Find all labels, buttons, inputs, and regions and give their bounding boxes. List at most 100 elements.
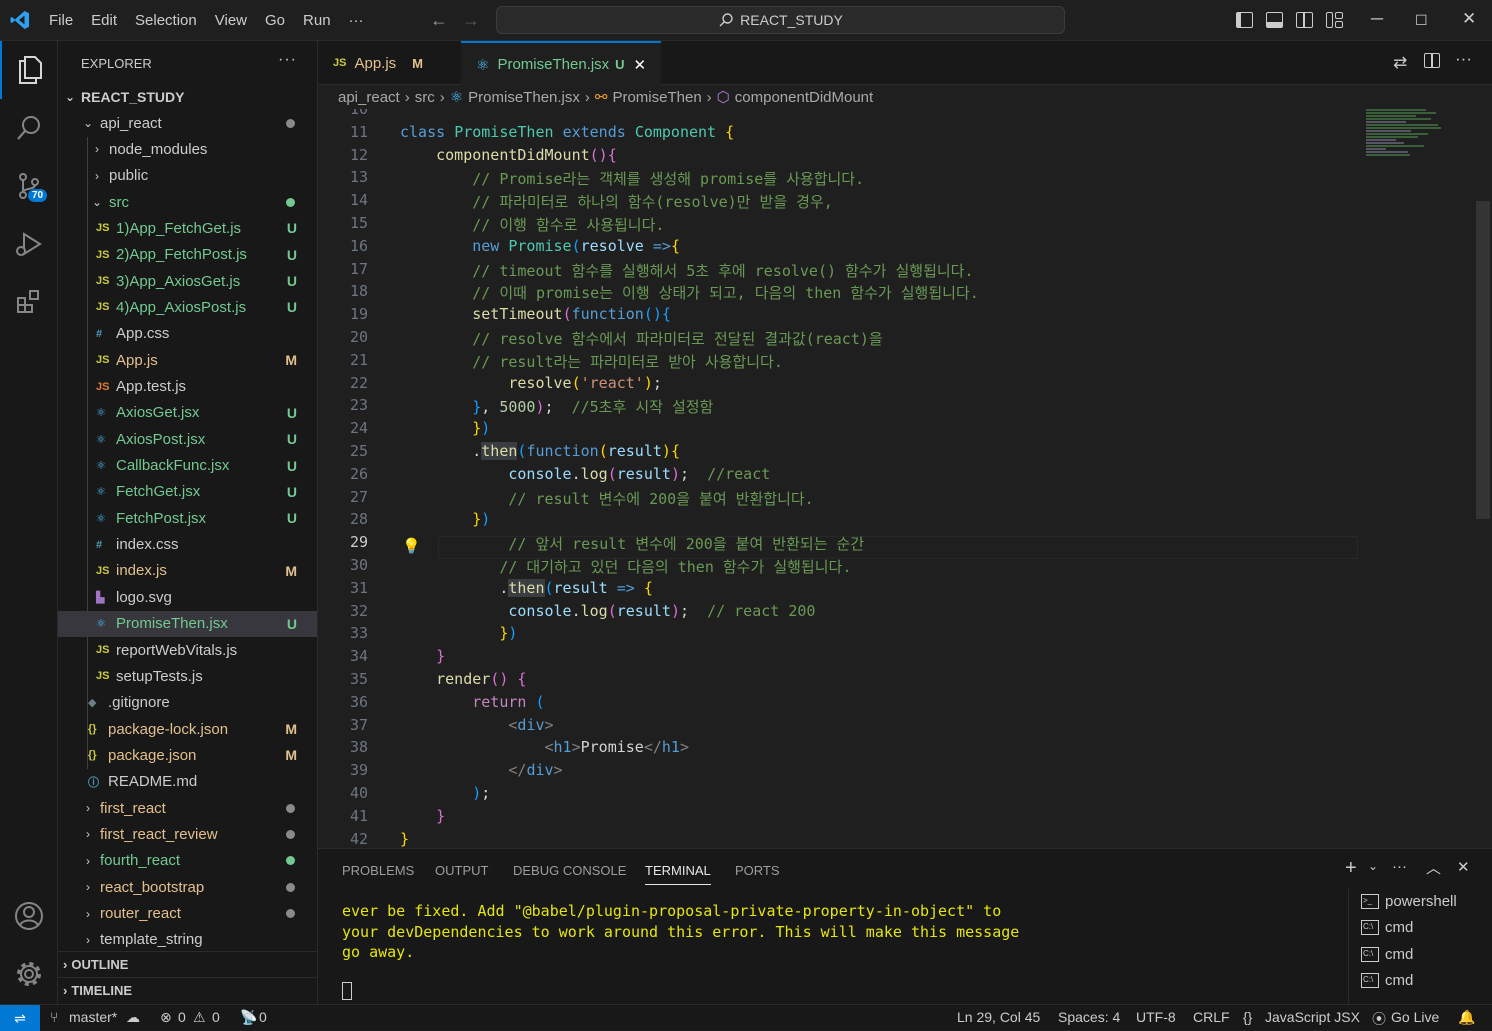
folder-item[interactable]: › node_modules [58,136,317,162]
code-line[interactable]: ); [400,784,490,802]
file-item[interactable]: JS index.js M [58,558,317,584]
chevron-down-icon[interactable]: ⌄ [1368,859,1378,873]
back-arrow-icon[interactable]: ← [430,10,448,31]
code-line[interactable]: render() { [400,670,526,688]
encoding[interactable]: UTF-8 [1136,1009,1176,1025]
code-line[interactable]: </div> [400,761,562,779]
tab-problems[interactable]: PROBLEMS [342,863,414,878]
file-item[interactable]: JS 1)App_FetchGet.js U [58,215,317,241]
file-item[interactable]: ⚛ CallbackFunc.jsx U [58,453,317,479]
toggle-sidebar-icon[interactable] [1236,12,1253,28]
folder-item[interactable]: › router_react [58,901,317,927]
code-line[interactable]: }) [400,419,490,437]
lightbulb-icon[interactable]: 💡 [402,537,421,555]
code-line[interactable]: .then(result => { [400,578,653,597]
code-line[interactable]: // result 변수에 200을 붙여 반환합니다. [400,488,813,509]
file-item[interactable]: JS App.js M [58,347,317,373]
end-of-line[interactable]: CRLF [1193,1009,1230,1025]
file-item[interactable]: {} package.json M [58,742,317,768]
code-line[interactable]: // 이때 promise는 이행 상태가 되고, 다음의 then 함수가 실… [400,282,979,303]
code-line[interactable]: componentDidMount(){ [400,146,617,164]
forward-arrow-icon[interactable]: → [462,10,480,31]
warning-icon[interactable]: ⚠ [193,1009,206,1026]
file-item[interactable]: JS setupTests.js [58,663,317,689]
code-editor[interactable]: 10 11 class PromiseThen extends Component … [318,109,1492,848]
code-line[interactable]: }, 5000); //5초후 시작 설정함 [400,396,713,417]
folder-item[interactable]: › first_react [58,795,317,821]
accounts-icon[interactable] [0,887,58,945]
folder-item[interactable]: ⌄ api_react [58,110,317,136]
code-line[interactable]: // 대기하고 있던 다음의 then 함수가 실행됩니다. [400,556,851,577]
go-live-button[interactable]: Go Live [1391,1009,1439,1025]
panel-more-icon[interactable]: ··· [1392,858,1407,875]
editor-scrollbar[interactable] [1476,201,1490,519]
code-line[interactable]: } [400,647,445,665]
file-item[interactable]: JS 3)App_AxiosGet.js U [58,268,317,294]
extensions-icon[interactable] [0,273,58,331]
code-line[interactable]: }) [400,510,490,528]
tab-ports[interactable]: PORTS [735,863,780,878]
tab-app-js[interactable]: JS App.js M [318,41,461,85]
close-panel-icon[interactable]: ✕ [1457,858,1470,876]
code-line[interactable]: class PromiseThen extends Component { [400,123,734,141]
file-item[interactable]: ◆ .gitignore [58,690,317,716]
outline-section[interactable]: › OUTLINE [58,951,317,977]
code-line[interactable]: // 이행 함수로 사용됩니다. [400,214,664,235]
tab-promisethen-jsx[interactable]: ⚛ PromiseThen.jsx U ✕ [461,41,661,86]
terminal-item[interactable]: C:\ cmd [1361,919,1413,936]
remote-indicator-icon[interactable]: ⇌ [0,1005,40,1031]
menu-edit[interactable]: Edit [82,0,126,41]
close-window-icon[interactable]: ✕ [1462,9,1476,29]
folder-item[interactable]: › template_string [58,927,317,953]
tab-output[interactable]: OUTPUT [435,863,488,878]
folder-item[interactable]: › fourth_react [58,848,317,874]
menu-more[interactable]: ··· [340,0,373,41]
toggle-panel-icon[interactable] [1266,12,1283,28]
file-item[interactable]: ⚛ AxiosPost.jsx U [58,426,317,452]
file-item[interactable]: # App.css [58,321,317,347]
code-line[interactable]: setTimeout(function(){ [400,305,671,323]
breadcrumb-method[interactable]: componentDidMount [735,89,873,106]
menu-go[interactable]: Go [256,0,294,41]
code-line[interactable]: // resolve 함수에서 파라미터로 전달된 결과값(react)을 [400,328,882,349]
breadcrumb-class[interactable]: PromiseThen [612,89,701,106]
code-line[interactable]: }) [400,624,517,642]
file-item[interactable]: {} package-lock.json M [58,716,317,742]
workspace-root[interactable]: ⌄ REACT_STUDY [58,84,317,110]
close-tab-icon[interactable]: ✕ [634,56,647,74]
file-item[interactable]: JS 2)App_FetchPost.js U [58,242,317,268]
toggle-secondary-sidebar-icon[interactable] [1296,12,1313,28]
file-item[interactable]: ⚛ AxiosGet.jsx U [58,400,317,426]
code-line[interactable]: } [400,830,409,848]
sync-icon[interactable]: ☁ [126,1009,140,1026]
code-line[interactable]: .then(function(result){ [400,442,680,460]
split-editor-icon[interactable] [1424,53,1440,68]
code-line[interactable]: // timeout 함수를 실행해서 5초 후에 resolve() 함수가 … [400,260,973,281]
file-item[interactable]: ▙ logo.svg [58,584,317,610]
explorer-icon[interactable] [0,41,58,99]
code-line[interactable]: // result라는 파라미터로 받아 사용합니다. [400,351,783,372]
file-item[interactable]: ⓘ README.md [58,769,317,795]
file-item[interactable]: JS 4)App_AxiosPost.js U [58,294,317,320]
terminal-output[interactable]: ever be fixed. Add "@babel/plugin-propos… [342,901,1019,963]
folder-item[interactable]: › public [58,163,317,189]
code-line[interactable]: // 파라미터로 하나의 함수(resolve)만 받을 경우, [400,191,833,212]
settings-gear-icon[interactable] [0,945,58,1003]
maximize-panel-icon[interactable]: ︿ [1426,857,1441,878]
folder-item[interactable]: ⌄ src [58,189,317,215]
menu-view[interactable]: View [206,0,256,41]
code-line[interactable]: <h1>Promise</h1> [400,738,690,756]
folder-item[interactable]: › react_bootstrap [58,874,317,900]
maximize-icon[interactable]: ☐ [1415,12,1428,29]
code-line[interactable]: resolve('react'); [400,374,662,392]
terminal-item[interactable]: C:\ cmd [1361,946,1413,963]
source-control-icon[interactable] [0,157,58,215]
code-line[interactable]: // 앞서 result 변수에 200을 붙여 반환되는 순간 [400,533,864,554]
terminal-item[interactable]: >_ powershell [1361,893,1457,910]
menu-run[interactable]: Run [294,0,340,41]
indentation[interactable]: Spaces: 4 [1058,1009,1120,1025]
file-item[interactable]: ⚛ FetchPost.jsx U [58,505,317,531]
code-line[interactable]: console.log(result); // react 200 [400,602,815,620]
timeline-section[interactable]: › TIMELINE [58,977,317,1003]
file-item[interactable]: ⚛ PromiseThen.jsx U [58,610,317,637]
